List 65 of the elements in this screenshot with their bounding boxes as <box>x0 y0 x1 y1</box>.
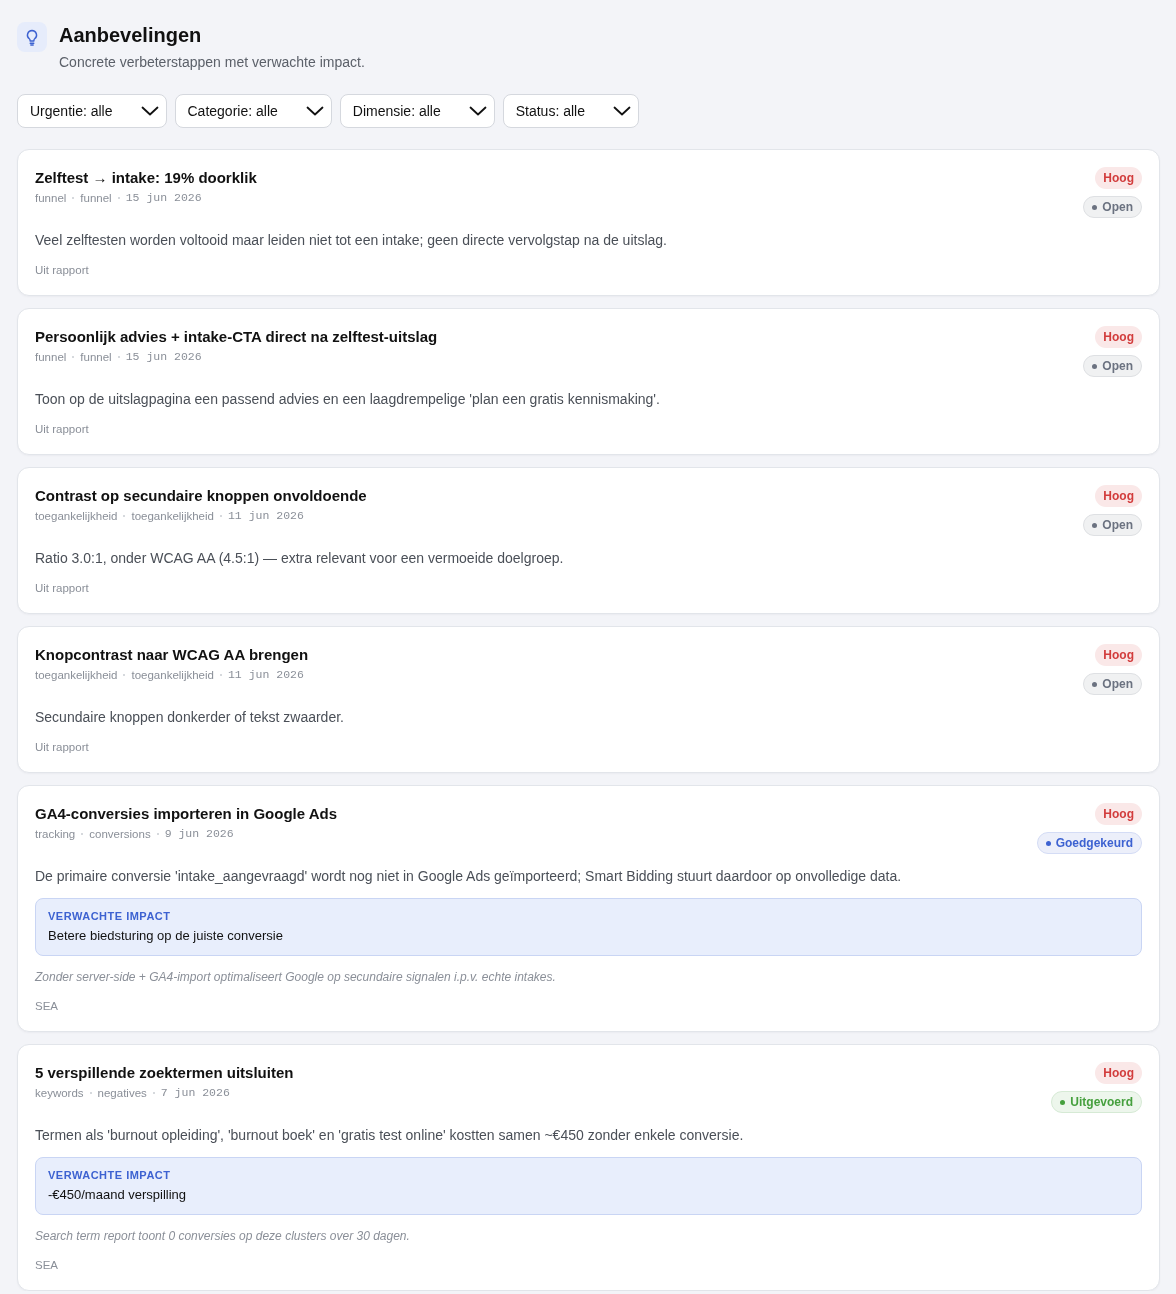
note-text: Zonder server-side + GA4-import optimaliseert Google op secundaire signalen i.p.v. echte intakes. <box>35 969 557 986</box>
status-text: Open <box>1102 199 1133 215</box>
category-text: funnel <box>35 350 67 365</box>
priority-badge: Hoog <box>1095 326 1142 348</box>
date-text: 9 jun 2026 <box>164 826 234 842</box>
source-text: Uit rapport <box>35 263 89 278</box>
dimension-text: toegankelijkheid <box>131 509 214 524</box>
category-text: keywords <box>35 1086 84 1101</box>
priority-badge: Hoog <box>1095 485 1142 507</box>
date-text: 11 jun 2026 <box>227 667 304 683</box>
description-text: Secundaire knoppen donkerder of tekst zwaarder. <box>35 708 345 727</box>
card-title: Zelftest → intake: 19% doorklik <box>35 168 257 188</box>
chevron-down-icon <box>613 106 631 116</box>
source-text: SEA <box>35 999 58 1014</box>
status-text: Goedgekeurd <box>1055 835 1133 851</box>
date-text: 11 jun 2026 <box>227 508 304 524</box>
lightbulb-icon <box>17 22 47 52</box>
card-title: Persoonlijk advies + intake-CTA direct na zelftest-uitslag <box>35 327 438 347</box>
category-text: funnel <box>35 191 67 206</box>
page-subtitle: Concrete verbeterstappen met verwachte impact. <box>59 53 365 72</box>
description-text: Toon op de uitslagpagina een passend advies en een laagdrempelige 'plan een gratis kennismaking'. <box>35 390 661 409</box>
dimension-text: toegankelijkheid <box>131 668 214 683</box>
impact-label: VERWACHTE IMPACT <box>48 1168 171 1182</box>
status-text: Open <box>1102 517 1133 533</box>
page-title: Aanbevelingen <box>59 23 202 48</box>
impact-label: VERWACHTE IMPACT <box>48 909 171 923</box>
date-text: 15 jun 2026 <box>125 349 202 365</box>
chevron-down-icon <box>140 106 159 116</box>
dimension-text: funnel <box>80 191 112 206</box>
date-text: 15 jun 2026 <box>125 190 202 206</box>
card-title: 5 verspillende zoektermen uitsluiten <box>35 1063 294 1083</box>
priority-badge: Hoog <box>1095 803 1142 825</box>
priority-badge: Hoog <box>1095 167 1142 189</box>
priority-badge: Hoog <box>1095 644 1142 666</box>
source-text: Uit rapport <box>35 581 89 596</box>
dimension-text: funnel <box>80 350 112 365</box>
chevron-down-icon <box>305 106 324 116</box>
description-text: Veel zelftesten worden voltooid maar leiden niet tot een intake; geen directe vervolgstap na de uitslag. <box>35 231 668 250</box>
card-title: Knopcontrast naar WCAG AA brengen <box>35 645 309 665</box>
filter-dropdown[interactable]: Status: alle <box>502 94 639 128</box>
dimension-text: negatives <box>97 1086 147 1101</box>
date-text: 7 jun 2026 <box>160 1085 230 1101</box>
category-text: tracking <box>35 827 76 842</box>
source-text: SEA <box>35 1258 58 1273</box>
card-title: GA4-conversies importeren in Google Ads <box>35 804 337 824</box>
source-text: Uit rapport <box>35 740 89 755</box>
filter-dropdown[interactable]: Dimensie: alle <box>339 94 495 128</box>
filter-dropdown[interactable]: Categorie: alle <box>174 94 332 128</box>
status-text: Open <box>1102 358 1133 374</box>
source-text: Uit rapport <box>35 422 89 437</box>
card-title: Contrast op secundaire knoppen onvoldoende <box>35 486 367 506</box>
impact-value: Betere biedsturing op de juiste conversie <box>48 927 283 945</box>
dimension-text: conversions <box>89 827 151 842</box>
description-text: Termen als 'burnout opleiding', 'burnout boek' en 'gratis test online' kostten samen ~€450 zonder enkele conversie. <box>35 1126 745 1145</box>
chevron-down-icon <box>468 106 487 116</box>
note-text: Search term report toont 0 conversies op deze clusters over 30 dagen. <box>35 1228 411 1245</box>
status-text: Open <box>1102 676 1133 692</box>
status-text: Uitgevoerd <box>1070 1094 1133 1110</box>
impact-value: -€450/maand verspilling <box>48 1186 187 1204</box>
category-text: toegankelijkheid <box>35 509 118 524</box>
priority-badge: Hoog <box>1095 1062 1142 1084</box>
description-text: De primaire conversie 'intake_aangevraagd' wordt nog niet in Google Ads geïmporteerd; Smart Bidding stuurt daardoor op onvolledige data. <box>35 867 903 886</box>
category-text: toegankelijkheid <box>35 668 118 683</box>
filter-dropdown[interactable]: Urgentie: alle <box>17 94 167 128</box>
description-text: Ratio 3.0:1, onder WCAG AA (4.5:1) — extra relevant voor een vermoeide doelgroep. <box>35 549 565 568</box>
